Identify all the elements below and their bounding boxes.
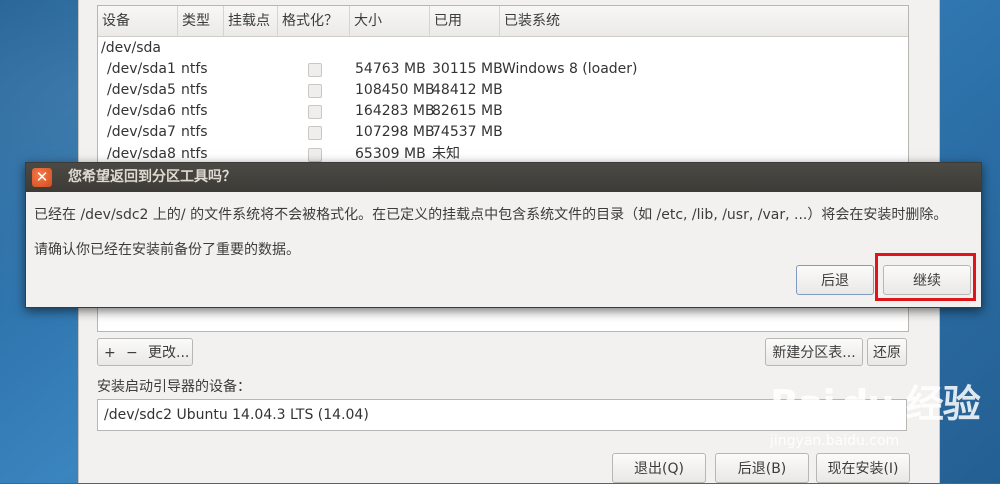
quit-button[interactable]: 退出(Q) bbox=[612, 453, 706, 483]
confirm-dialog: ✕ 您希望返回到分区工具吗？ 已经在 /dev/sdc2 上的/ 的文件系统将不… bbox=[25, 162, 982, 308]
row-system: Windows 8 (loader) bbox=[502, 61, 638, 77]
row-used: 48412 MB bbox=[432, 82, 503, 98]
row-size: 107298 MB bbox=[355, 124, 435, 140]
remove-partition-button[interactable]: − bbox=[126, 339, 138, 367]
partition-edit-toolbar: + − 更改... bbox=[97, 338, 193, 366]
row-device: /dev/sda5 bbox=[107, 82, 176, 98]
row-type: ntfs bbox=[181, 82, 208, 98]
dialog-titlebar[interactable]: ✕ 您希望返回到分区工具吗？ bbox=[26, 163, 981, 192]
back-button[interactable]: 后退 bbox=[796, 265, 874, 295]
baidu-watermark: Bai du 经验 jingyan.baidu.com bbox=[770, 373, 995, 463]
disk-name: /dev/sda bbox=[101, 40, 161, 56]
bootloader-label: 安装启动引导器的设备： bbox=[97, 379, 251, 395]
table-row[interactable]: /dev/sda5 ntfs 108450 MB 48412 MB bbox=[98, 80, 908, 101]
table-row[interactable]: /dev/sda6 ntfs 164283 MB 82615 MB bbox=[98, 101, 908, 122]
new-partition-table-button[interactable]: 新建分区表... bbox=[765, 338, 863, 366]
col-mount[interactable]: 挂载点 bbox=[224, 6, 278, 36]
change-partition-button[interactable]: 更改... bbox=[148, 339, 189, 367]
row-used: 74537 MB bbox=[432, 124, 503, 140]
watermark-url: jingyan.baidu.com bbox=[770, 433, 900, 449]
row-used: 30115 MB bbox=[432, 61, 503, 77]
col-used[interactable]: 已用 bbox=[430, 6, 500, 36]
col-system[interactable]: 已装系统 bbox=[500, 6, 907, 36]
format-checkbox[interactable] bbox=[308, 84, 322, 98]
col-size[interactable]: 大小 bbox=[350, 6, 430, 36]
close-icon[interactable]: ✕ bbox=[32, 168, 52, 187]
col-device[interactable]: 设备 bbox=[98, 6, 178, 36]
format-checkbox[interactable] bbox=[308, 126, 322, 140]
revert-button[interactable]: 还原 bbox=[867, 338, 907, 366]
table-header: 设备 类型 挂载点 格式化？ 大小 已用 已装系统 bbox=[98, 6, 908, 37]
table-row[interactable]: /dev/sda7 ntfs 107298 MB 74537 MB bbox=[98, 122, 908, 143]
dialog-message: 已经在 /dev/sdc2 上的/ 的文件系统将不会被格式化。在已定义的挂载点中… bbox=[34, 207, 948, 223]
row-type: ntfs bbox=[181, 61, 208, 77]
disk-row[interactable]: /dev/sda bbox=[98, 38, 908, 59]
format-checkbox[interactable] bbox=[308, 148, 322, 162]
watermark-brand: Bai du 经验 bbox=[770, 382, 981, 426]
row-size: 108450 MB bbox=[355, 82, 435, 98]
row-device: /dev/sda1 bbox=[107, 61, 176, 77]
annotation-highlight-box bbox=[875, 253, 976, 301]
row-device: /dev/sda7 bbox=[107, 124, 176, 140]
table-row[interactable]: /dev/sda1 ntfs 54763 MB 30115 MB Windows… bbox=[98, 59, 908, 80]
row-size: 54763 MB bbox=[355, 61, 426, 77]
col-format[interactable]: 格式化？ bbox=[278, 6, 350, 36]
add-partition-button[interactable]: + bbox=[104, 339, 116, 367]
dialog-title: 您希望返回到分区工具吗？ bbox=[68, 169, 236, 185]
format-checkbox[interactable] bbox=[308, 63, 322, 77]
row-used: 82615 MB bbox=[432, 103, 503, 119]
format-checkbox[interactable] bbox=[308, 105, 322, 119]
row-type: ntfs bbox=[181, 103, 208, 119]
dialog-warning: 请确认你已经在安装前备份了重要的数据。 bbox=[34, 242, 300, 258]
col-type[interactable]: 类型 bbox=[178, 6, 224, 36]
row-device: /dev/sda6 bbox=[107, 103, 176, 119]
row-type: ntfs bbox=[181, 124, 208, 140]
row-size: 164283 MB bbox=[355, 103, 435, 119]
